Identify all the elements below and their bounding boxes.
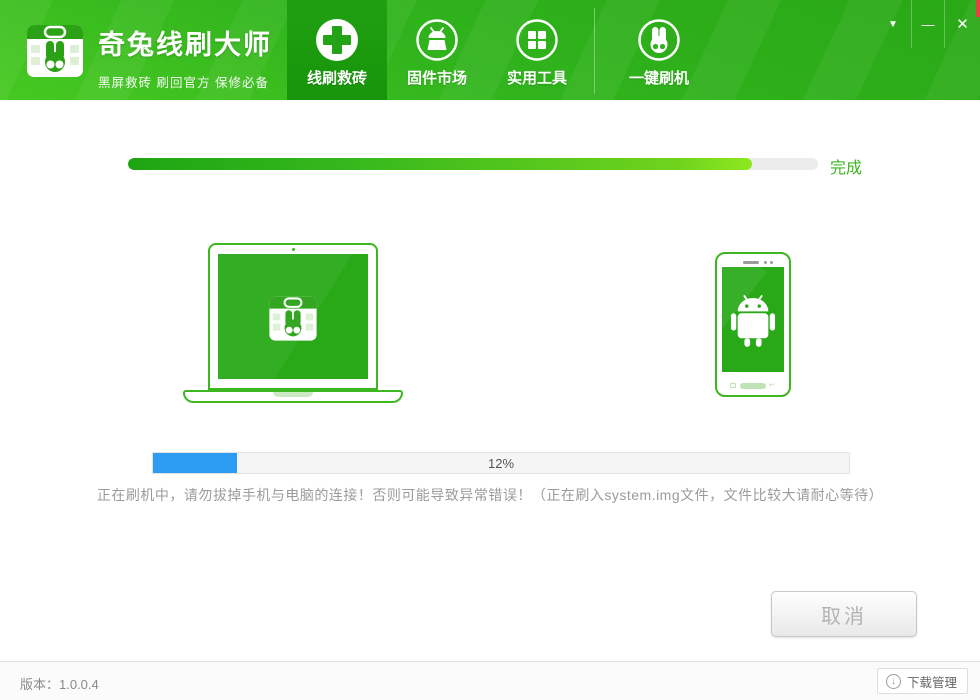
window-menu-button[interactable]: ▼ xyxy=(875,0,911,48)
phone-illustration: ↩ xyxy=(715,252,791,397)
laptop-notch xyxy=(273,392,313,397)
android-robot-icon xyxy=(730,291,776,349)
minimize-icon: — xyxy=(922,17,935,32)
corner-red-badge xyxy=(976,0,980,17)
laptop-base xyxy=(183,390,403,403)
app-title: 奇兔线刷大师 xyxy=(98,23,272,62)
laptop-camera-dot xyxy=(292,248,295,251)
cancel-button[interactable]: 取消 xyxy=(771,591,917,637)
app-window: 奇兔线刷大师 黑屏救砖 刷回官方 保修必备 线刷救砖 xyxy=(0,0,980,700)
main-content: 完成 xyxy=(0,100,980,661)
download-manager-label: 下载管理 xyxy=(907,672,957,691)
tab-one-key-flash[interactable]: 一键刷机 xyxy=(609,0,709,100)
phone-menu-key xyxy=(730,383,736,388)
tab-label: 固件市场 xyxy=(407,67,467,88)
phone-screen xyxy=(722,267,784,372)
download-icon: ↓ xyxy=(886,674,901,689)
flash-rescue-icon xyxy=(315,18,359,62)
stage-progress-label: 完成 xyxy=(830,154,862,178)
download-manager-button[interactable]: ↓ 下载管理 xyxy=(877,668,968,694)
header: 奇兔线刷大师 黑屏救砖 刷回官方 保修必备 线刷救砖 xyxy=(0,0,980,100)
phone-sensor-dot xyxy=(770,261,773,264)
tab-label: 实用工具 xyxy=(507,67,567,88)
tab-firmware-market[interactable]: 固件市场 xyxy=(387,0,487,100)
laptop-illustration xyxy=(183,243,403,403)
flash-progress-bar: 12% xyxy=(152,452,850,474)
status-text: 正在刷机中，请勿拔掉手机与电脑的连接！否则可能导致异常错误！（正在刷入syste… xyxy=(0,485,980,505)
tools-grid-icon xyxy=(515,18,559,62)
android-market-icon xyxy=(415,18,459,62)
minimize-button[interactable]: — xyxy=(911,0,944,48)
version-label: 版本：1.0.0.4 xyxy=(20,674,99,693)
app-logo-icon xyxy=(24,17,86,81)
phone-camera-dot xyxy=(764,261,767,264)
dropdown-icon: ▼ xyxy=(888,19,898,30)
rabbit-icon xyxy=(637,18,681,62)
phone-home-button xyxy=(740,383,766,389)
app-subtitle: 黑屏救砖 刷回官方 保修必备 xyxy=(98,72,272,91)
tab-label: 线刷救砖 xyxy=(307,67,367,88)
tab-flash-rescue[interactable]: 线刷救砖 xyxy=(287,0,387,100)
tab-label: 一键刷机 xyxy=(629,67,689,88)
laptop-logo-icon xyxy=(266,290,320,344)
stage-progress-bar xyxy=(128,158,818,170)
phone-speaker xyxy=(743,261,759,264)
close-icon: ✕ xyxy=(956,15,969,33)
phone-back-key: ↩ xyxy=(769,383,776,388)
footer: 版本：1.0.0.4 ↓ 下载管理 xyxy=(0,661,980,700)
window-controls: ▼ — ✕ xyxy=(875,0,980,48)
tab-utility-tools[interactable]: 实用工具 xyxy=(487,0,587,100)
brand: 奇兔线刷大师 黑屏救砖 刷回官方 保修必备 xyxy=(98,23,272,91)
close-button[interactable]: ✕ xyxy=(944,0,980,48)
stage-progress-fill xyxy=(128,158,752,170)
laptop-bezel xyxy=(208,243,378,390)
flash-progress-percent: 12% xyxy=(153,453,849,473)
tab-separator xyxy=(594,8,595,94)
laptop-screen xyxy=(218,254,368,379)
